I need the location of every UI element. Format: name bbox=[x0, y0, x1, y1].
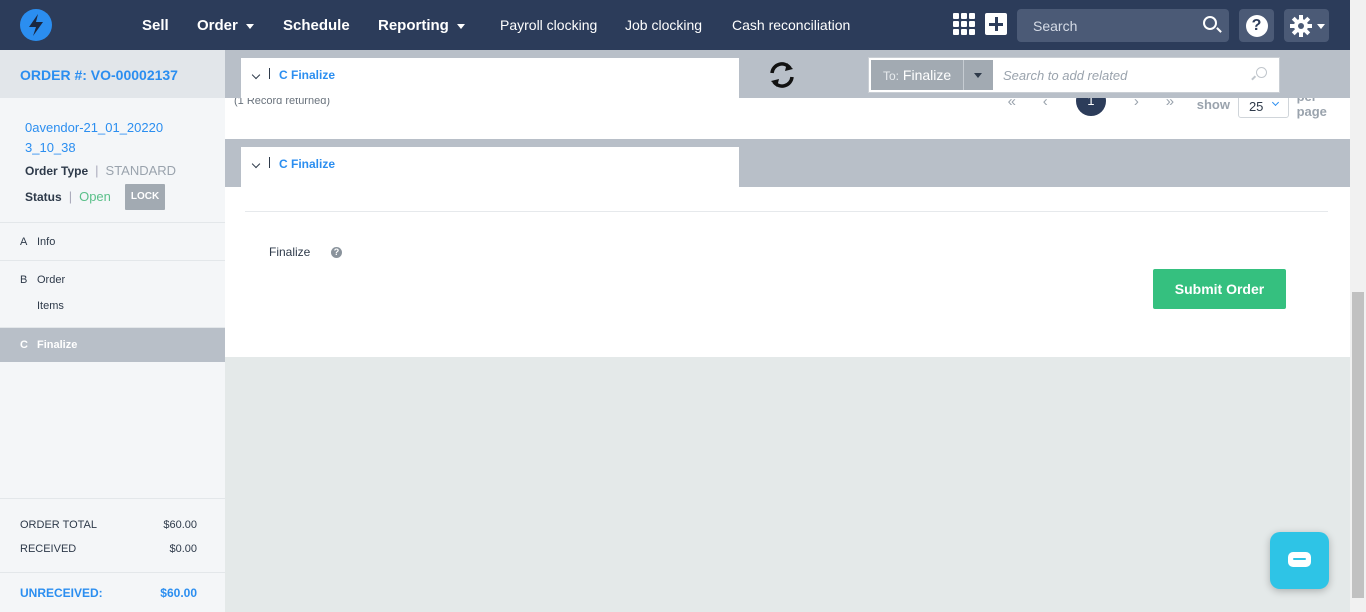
nav-job-clocking-label: Job clocking bbox=[625, 17, 703, 33]
finalize-panel-tab[interactable]: C Finalize bbox=[241, 58, 739, 98]
sidebar-item-letter: C bbox=[20, 339, 28, 351]
settings-button[interactable] bbox=[1284, 9, 1329, 42]
order-type-row: Order Type | STANDARD bbox=[25, 162, 200, 180]
status-label: Status bbox=[25, 190, 62, 204]
nav-job-clocking[interactable]: Job clocking bbox=[625, 0, 702, 50]
nav-sell-label: Sell bbox=[142, 16, 169, 34]
pagination: « ‹ 1 › » show 25 per page bbox=[995, 98, 1350, 119]
chat-icon bbox=[1288, 552, 1311, 567]
nav-cash-reconciliation-label: Cash reconciliation bbox=[732, 17, 851, 33]
caret-down-icon bbox=[245, 23, 254, 29]
divider bbox=[245, 211, 1328, 212]
finalize-section-tab[interactable]: C Finalize bbox=[241, 147, 739, 187]
records-count: (1 Record returned) bbox=[234, 98, 330, 107]
help-icon[interactable]: ? bbox=[331, 247, 342, 258]
separator bbox=[269, 157, 270, 168]
caret-down-icon bbox=[1317, 24, 1325, 29]
order-sidebar: ORDER #: VO-00002137 0avendor-21_01_2022… bbox=[0, 50, 225, 612]
order-total-value: $60.00 bbox=[163, 519, 197, 531]
unreceived-row: UNRECEIVED: $60.00 bbox=[0, 572, 225, 600]
section-tab-title: C Finalize bbox=[279, 157, 336, 171]
pager-first-button[interactable]: « bbox=[995, 98, 1029, 110]
nav-sell[interactable]: Sell bbox=[142, 0, 169, 50]
related-search-input[interactable]: Search to add related bbox=[1003, 68, 1127, 83]
help-icon: ? bbox=[1245, 14, 1268, 37]
chat-launcher[interactable] bbox=[1270, 532, 1329, 589]
order-total-label: ORDER TOTAL bbox=[20, 519, 98, 531]
page-scrollbar-thumb[interactable] bbox=[1352, 292, 1364, 598]
nav-payroll-clocking[interactable]: Payroll clocking bbox=[500, 0, 597, 50]
sidebar-item-letter: B bbox=[20, 274, 28, 286]
pager-last-button[interactable]: » bbox=[1153, 98, 1187, 110]
caret-down-icon bbox=[456, 23, 465, 29]
chevron-down-icon[interactable] bbox=[251, 159, 261, 169]
received-label: RECEIVED bbox=[20, 543, 77, 555]
search-placeholder: Search bbox=[1033, 18, 1078, 34]
finalize-label: Finalize bbox=[269, 245, 311, 259]
nav-cash-reconciliation[interactable]: Cash reconciliation bbox=[732, 0, 850, 50]
nav-payroll-clocking-label: Payroll clocking bbox=[500, 17, 598, 33]
refresh-icon[interactable] bbox=[766, 60, 798, 90]
sidebar-item-label: Finalize bbox=[37, 339, 78, 351]
apps-grid-icon[interactable] bbox=[953, 13, 975, 35]
sidebar-item-info[interactable]: A Info bbox=[0, 222, 225, 260]
nav-schedule[interactable]: Schedule bbox=[283, 0, 350, 50]
order-name-link[interactable]: 0avendor-21_01_20220 3_10_38 bbox=[25, 118, 200, 158]
to-prefix: To: bbox=[883, 69, 900, 83]
top-navbar: Sell Order Schedule Reporting Payroll cl… bbox=[0, 0, 1350, 50]
order-type-label: Order Type bbox=[25, 164, 89, 178]
order-total-row: ORDER TOTAL $60.00 bbox=[20, 513, 197, 537]
help-button[interactable]: ? bbox=[1239, 9, 1274, 42]
global-search-input[interactable]: Search bbox=[1017, 9, 1229, 42]
logo-bolt-icon[interactable] bbox=[20, 9, 52, 41]
sidebar-item-label: Order bbox=[37, 274, 66, 286]
nav-reporting[interactable]: Reporting bbox=[378, 0, 465, 50]
separator bbox=[269, 68, 270, 79]
nav-schedule-label: Schedule bbox=[283, 16, 350, 34]
status-row: Status | Open LOCK bbox=[25, 184, 200, 210]
panel-tab-title: C Finalize bbox=[279, 68, 336, 82]
records-strip: (1 Record returned) « ‹ 1 › » show 25 pe… bbox=[225, 98, 1350, 139]
received-row: RECEIVED $0.00 bbox=[20, 537, 197, 561]
to-value: Finalize bbox=[902, 67, 952, 83]
order-meta: 0avendor-21_01_20220 3_10_38 Order Type … bbox=[0, 98, 225, 222]
received-value: $0.00 bbox=[169, 543, 197, 555]
sidebar-item-finalize[interactable]: C Finalize bbox=[0, 327, 225, 362]
gear-icon bbox=[1290, 14, 1312, 37]
pager-next-button[interactable]: › bbox=[1120, 98, 1154, 110]
per-page-label: per page bbox=[1296, 98, 1327, 119]
pager-prev-button[interactable]: ‹ bbox=[1029, 98, 1063, 110]
nav-reporting-label: Reporting bbox=[378, 16, 449, 34]
search-icon[interactable] bbox=[1256, 67, 1267, 78]
status-value: Open bbox=[79, 189, 111, 204]
order-number: ORDER #: VO-00002137 bbox=[0, 50, 225, 98]
search-icon[interactable] bbox=[1203, 16, 1217, 30]
sidebar-item-sublabel: Items bbox=[37, 300, 64, 312]
to-stage-button[interactable]: To: Finalize bbox=[871, 60, 963, 90]
unreceived-value: $60.00 bbox=[160, 586, 197, 600]
order-totals: ORDER TOTAL $60.00 RECEIVED $0.00 bbox=[0, 498, 225, 561]
finalize-card: Finalize ? Submit Order bbox=[225, 187, 1350, 357]
separator: | bbox=[68, 189, 73, 204]
nav-order-label: Order bbox=[197, 16, 238, 34]
pager-current-page[interactable]: 1 bbox=[1076, 98, 1106, 116]
to-related-group: To: Finalize Search to add related bbox=[868, 57, 1280, 93]
sidebar-item-order-items[interactable]: B Order Items bbox=[0, 260, 225, 327]
separator: | bbox=[95, 163, 99, 178]
caret-down-icon bbox=[974, 73, 982, 78]
sidebar-item-letter: A bbox=[20, 236, 28, 248]
order-type-value: STANDARD bbox=[105, 163, 177, 178]
submit-order-button[interactable]: Submit Order bbox=[1153, 269, 1286, 309]
chevron-down-icon[interactable] bbox=[251, 70, 261, 80]
to-stage-dropdown[interactable] bbox=[963, 60, 993, 90]
unreceived-label: UNRECEIVED: bbox=[20, 586, 103, 600]
lock-button[interactable]: LOCK bbox=[124, 184, 166, 210]
nav-order[interactable]: Order bbox=[197, 0, 254, 50]
pager-show-label: show bbox=[1196, 98, 1230, 112]
sidebar-item-label: Info bbox=[37, 236, 56, 248]
per-page-select[interactable]: 25 bbox=[1237, 98, 1289, 118]
plus-icon[interactable] bbox=[985, 13, 1007, 35]
